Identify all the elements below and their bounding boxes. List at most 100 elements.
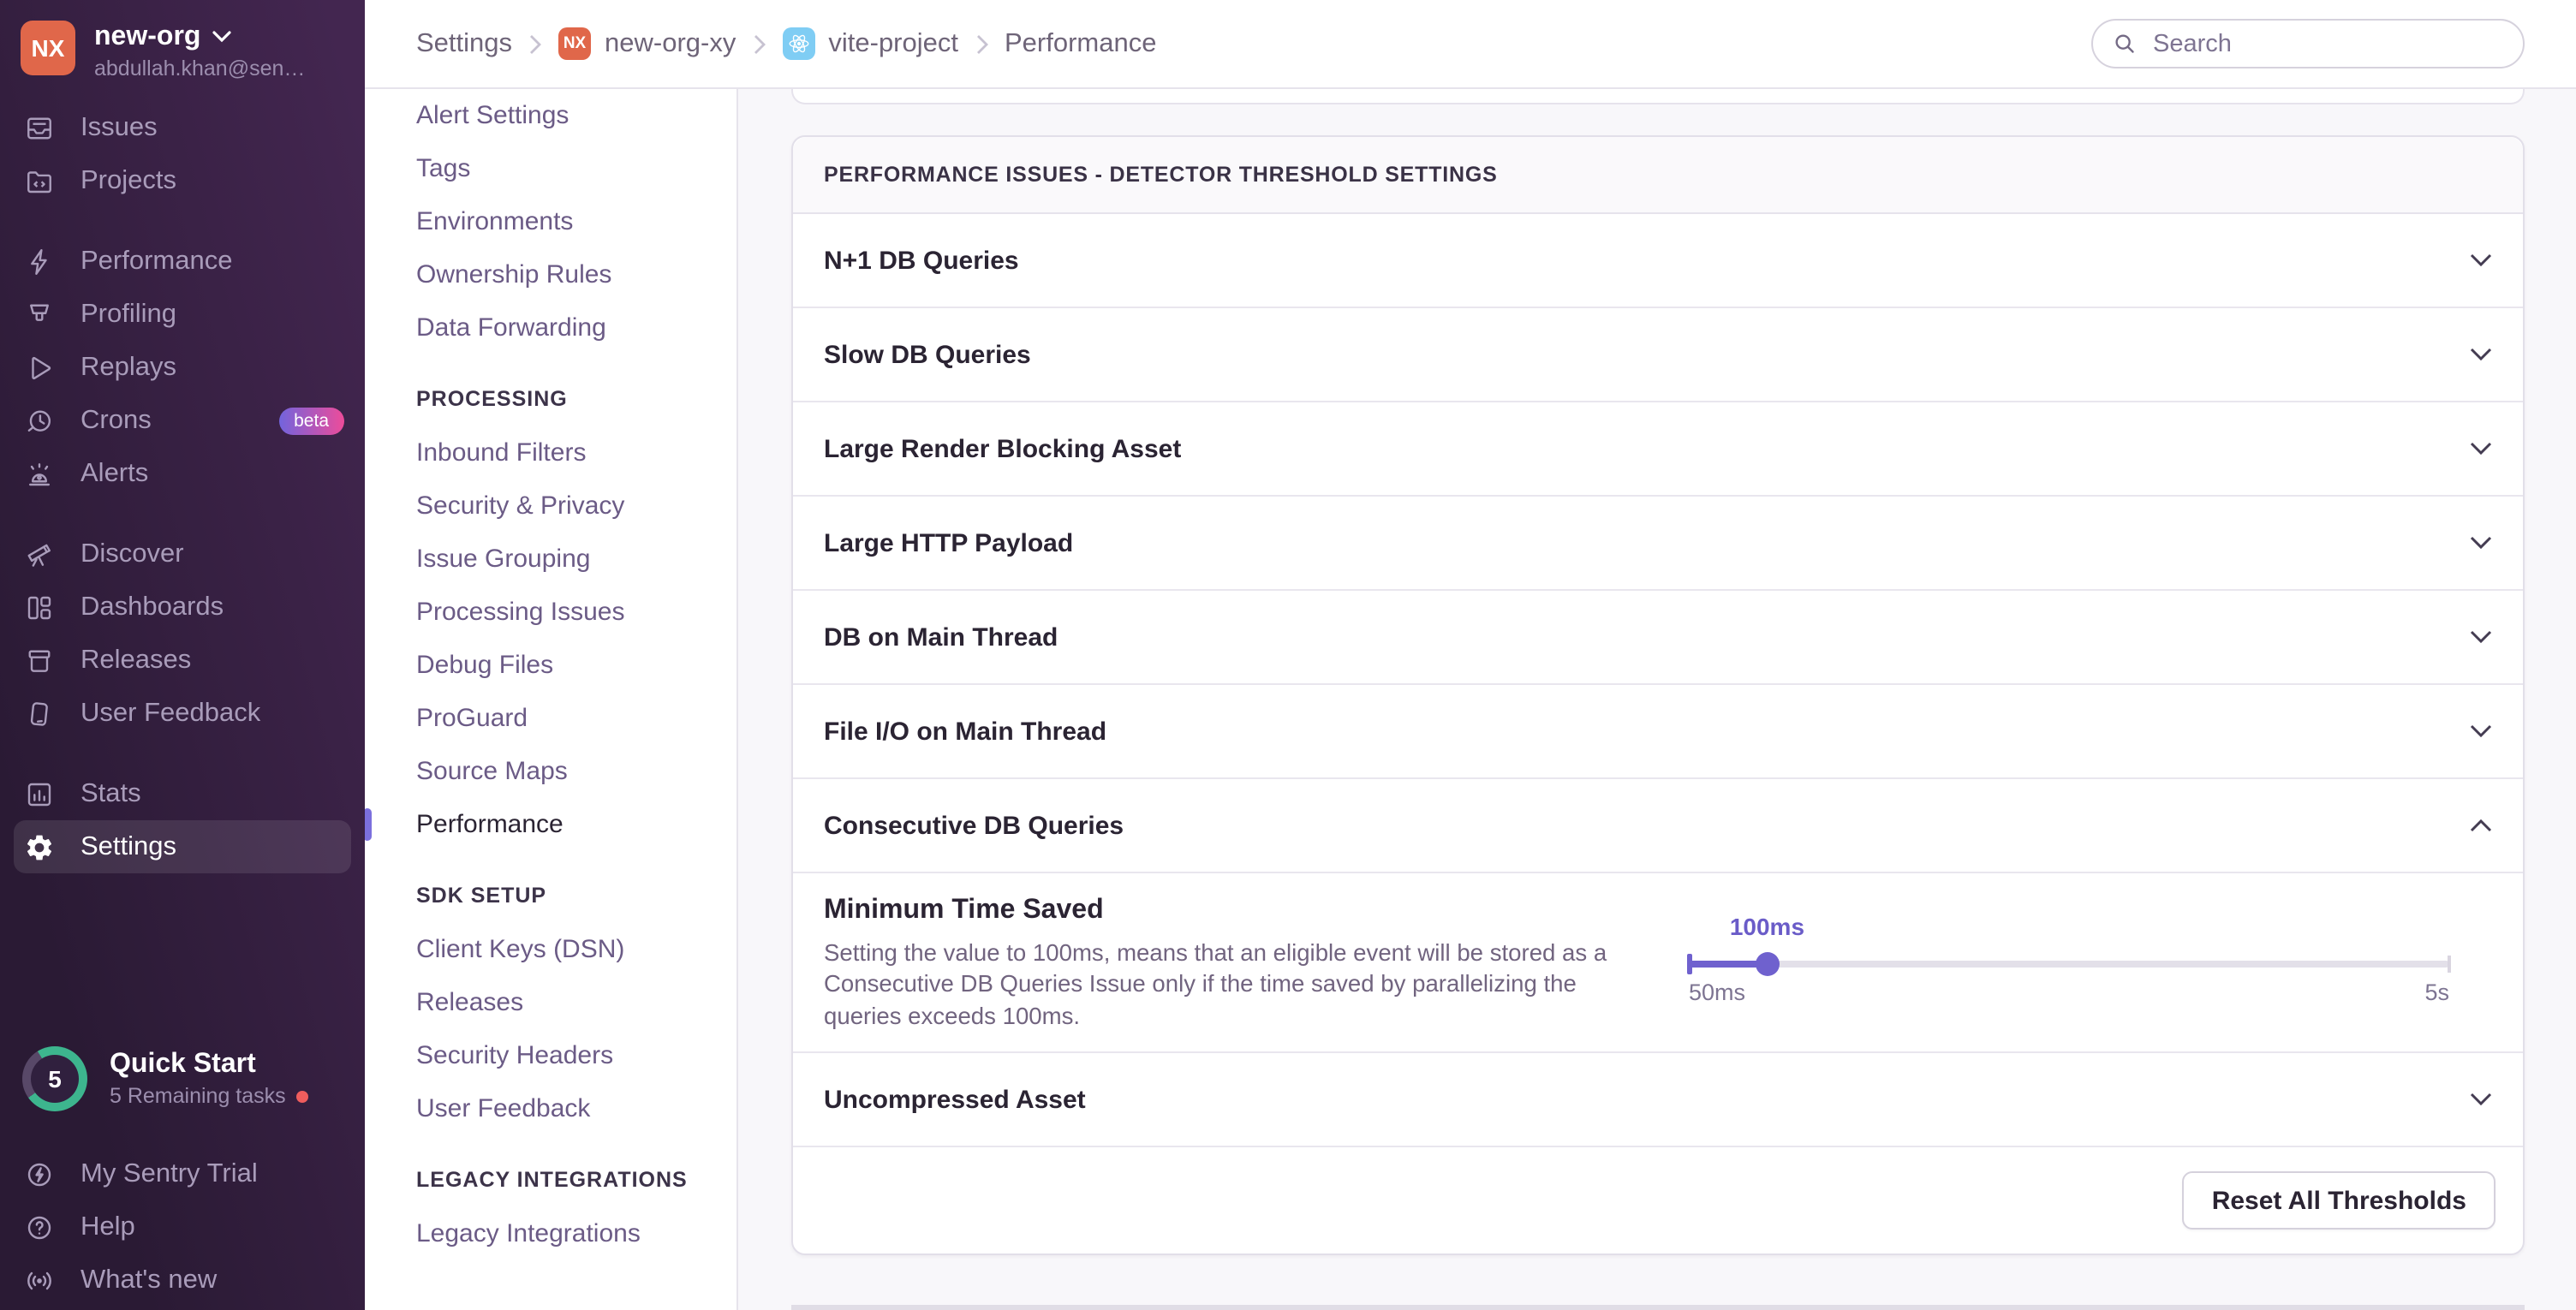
sidebar-item-settings[interactable]: Settings <box>14 820 351 873</box>
bar-chart-icon <box>24 778 55 809</box>
dashboards-icon <box>24 592 55 622</box>
settings-nav: Alert Settings Tags Environments Ownersh… <box>365 89 738 1310</box>
slider-thumb[interactable] <box>1755 952 1779 976</box>
breadcrumb-settings[interactable]: Settings <box>416 28 512 59</box>
notification-dot <box>296 1090 308 1102</box>
search-box[interactable] <box>2091 19 2525 68</box>
settings-nav-item-tags[interactable]: Tags <box>365 142 736 195</box>
detector-row-uncompressed-asset[interactable]: Uncompressed Asset <box>793 1053 2523 1147</box>
settings-nav-item-inbound-filters[interactable]: Inbound Filters <box>365 426 736 479</box>
settings-nav-section-sdk-setup: SDK SETUP <box>365 870 736 923</box>
settings-nav-item-security-privacy[interactable]: Security & Privacy <box>365 479 736 533</box>
settings-nav-item-ownership-rules[interactable]: Ownership Rules <box>365 248 736 301</box>
quickstart-count: 5 <box>31 1055 79 1103</box>
profiling-icon <box>24 299 55 330</box>
settings-nav-item-proguard[interactable]: ProGuard <box>365 692 736 745</box>
quickstart-progress-ring: 5 <box>22 1046 87 1111</box>
top-bar: Settings NX new-org-xy vite-project Perf… <box>365 0 2576 89</box>
sidebar-item-releases[interactable]: Releases <box>0 634 365 687</box>
slider-track[interactable] <box>1689 961 2449 968</box>
sidebar-item-user-feedback[interactable]: User Feedback <box>0 687 365 740</box>
panel-footer: Reset All Thresholds <box>793 1147 2523 1253</box>
sidebar-item-whats-new[interactable]: What's new <box>0 1253 365 1307</box>
detector-row-file-io-main-thread[interactable]: File I/O on Main Thread <box>793 685 2523 779</box>
beta-badge: beta <box>278 407 344 434</box>
sidebar-item-trial[interactable]: My Sentry Trial <box>0 1147 365 1200</box>
sidebar-item-dashboards[interactable]: Dashboards <box>0 581 365 634</box>
chevron-down-icon <box>2470 536 2492 550</box>
chevron-down-icon <box>212 31 231 43</box>
sidebar-item-discover[interactable]: Discover <box>0 527 365 581</box>
search-input[interactable] <box>2150 28 2504 59</box>
detector-threshold-panel: PERFORMANCE ISSUES - DETECTOR THRESHOLD … <box>791 135 2525 1255</box>
chevron-down-icon <box>2470 442 2492 456</box>
settings-nav-item-user-feedback[interactable]: User Feedback <box>365 1082 736 1135</box>
panel-header: PERFORMANCE ISSUES - DETECTOR THRESHOLD … <box>793 137 2523 214</box>
quick-start[interactable]: 5 Quick Start 5 Remaining tasks <box>22 1046 308 1111</box>
detector-row-db-main-thread[interactable]: DB on Main Thread <box>793 591 2523 685</box>
siren-icon <box>24 458 55 489</box>
archive-icon <box>24 645 55 676</box>
chevron-down-icon <box>2470 724 2492 738</box>
breadcrumb: Settings NX new-org-xy vite-project Perf… <box>416 27 1156 60</box>
org-badge-icon: NX <box>558 27 591 60</box>
org-name: new-org <box>94 21 200 53</box>
gear-icon <box>24 831 55 862</box>
org-switcher[interactable]: NX new-org abdullah.khan@sen… <box>0 0 365 80</box>
settings-nav-item-data-forwarding[interactable]: Data Forwarding <box>365 301 736 354</box>
threshold-title: Minimum Time Saved <box>824 896 1625 926</box>
org-avatar: NX <box>21 21 75 75</box>
question-icon <box>24 1212 55 1242</box>
sidebar-item-replays[interactable]: Replays <box>0 341 365 394</box>
settings-nav-item-releases[interactable]: Releases <box>365 976 736 1029</box>
sidebar-divider <box>0 500 365 527</box>
sidebar-item-stats[interactable]: Stats <box>0 767 365 820</box>
sidebar-divider <box>0 740 365 767</box>
chevron-right-icon <box>975 33 987 54</box>
sidebar-item-issues[interactable]: Issues <box>0 101 365 154</box>
settings-nav-item-debug-files[interactable]: Debug Files <box>365 639 736 692</box>
settings-nav-item-client-keys[interactable]: Client Keys (DSN) <box>365 923 736 976</box>
sidebar: NX new-org abdullah.khan@sen… Issues <box>0 0 365 1310</box>
min-time-saved-slider[interactable]: 100ms 50ms 5s <box>1689 873 2449 1051</box>
breadcrumb-current-page: Performance <box>1005 28 1156 59</box>
chevron-right-icon <box>753 33 765 54</box>
sidebar-item-help[interactable]: Help <box>0 1200 365 1253</box>
sidebar-item-profiling[interactable]: Profiling <box>0 288 365 341</box>
detector-row-large-render-blocking-asset[interactable]: Large Render Blocking Asset <box>793 402 2523 497</box>
clock-icon <box>24 405 55 436</box>
slider-min-label: 50ms <box>1689 980 1745 1005</box>
settings-nav-item-security-headers[interactable]: Security Headers <box>365 1029 736 1082</box>
detector-row-large-http-payload[interactable]: Large HTTP Payload <box>793 497 2523 591</box>
detector-row-slow-db[interactable]: Slow DB Queries <box>793 308 2523 402</box>
sidebar-item-performance[interactable]: Performance <box>0 235 365 288</box>
settings-nav-section-legacy: LEGACY INTEGRATIONS <box>365 1154 736 1207</box>
breadcrumb-project[interactable]: vite-project <box>782 27 958 60</box>
settings-nav-section-processing: PROCESSING <box>365 373 736 426</box>
consecutive-db-settings: Minimum Time Saved Setting the value to … <box>793 873 2523 1053</box>
sidebar-item-alerts[interactable]: Alerts <box>0 447 365 500</box>
quickstart-subtitle: 5 Remaining tasks <box>110 1084 286 1108</box>
chevron-right-icon <box>529 33 541 54</box>
settings-nav-item-source-maps[interactable]: Source Maps <box>365 745 736 798</box>
settings-nav-item-issue-grouping[interactable]: Issue Grouping <box>365 533 736 586</box>
settings-nav-item-legacy-integrations[interactable]: Legacy Integrations <box>365 1207 736 1260</box>
broadcast-icon <box>24 1265 55 1295</box>
reset-all-thresholds-button[interactable]: Reset All Thresholds <box>2183 1171 2496 1230</box>
settings-nav-item-alert-settings[interactable]: Alert Settings <box>365 89 736 142</box>
next-panel-edge <box>791 1305 2525 1310</box>
detector-row-n-plus-one-db[interactable]: N+1 DB Queries <box>793 214 2523 308</box>
play-icon <box>24 352 55 383</box>
breadcrumb-org[interactable]: NX new-org-xy <box>558 27 736 60</box>
settings-nav-item-environments[interactable]: Environments <box>365 195 736 248</box>
settings-nav-item-processing-issues[interactable]: Processing Issues <box>365 586 736 639</box>
chevron-down-icon <box>2470 1093 2492 1106</box>
quickstart-title: Quick Start <box>110 1050 308 1081</box>
chevron-down-icon <box>2470 348 2492 361</box>
settings-nav-item-performance[interactable]: Performance <box>365 798 736 851</box>
sidebar-footer: My Sentry Trial Help What's new <box>0 1147 365 1307</box>
sidebar-item-projects[interactable]: Projects <box>0 154 365 207</box>
sidebar-item-crons[interactable]: Crons beta <box>0 394 365 447</box>
search-icon <box>2112 31 2138 57</box>
detector-row-consecutive-db[interactable]: Consecutive DB Queries <box>793 779 2523 873</box>
